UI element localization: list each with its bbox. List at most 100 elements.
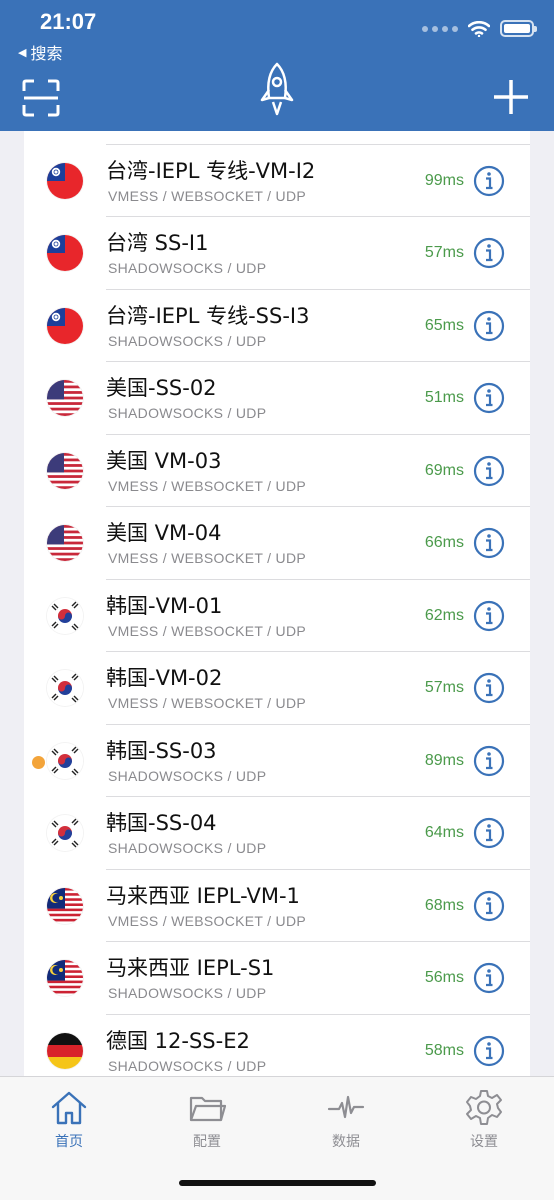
server-name: 德国 12-SS-E2 [106,1028,250,1053]
rocket-icon [260,62,294,116]
tab-data[interactable]: 数据 [306,1089,386,1151]
info-icon[interactable] [473,817,505,849]
back-to-search[interactable]: ◀ 搜索 [18,40,62,64]
server-name: 台湾-IEPL 专线-SS-I3 [106,303,310,328]
server-protocol: SHADOWSOCKS / UDP [108,1057,267,1074]
server-protocol: VMESS / WEBSOCKET / UDP [108,622,307,639]
flag-kr-icon [47,742,83,779]
header: 21:07 ◀ 搜索 [0,0,554,131]
info-icon[interactable] [473,382,505,414]
tab-settings[interactable]: 设置 [444,1089,524,1151]
tab-label: 配置 [193,1134,221,1150]
tab-label: 首页 [55,1134,83,1150]
server-name: 韩国-VM-02 [106,666,223,690]
status-indicators [422,20,537,37]
flag-my-icon [47,960,83,996]
info-icon[interactable] [473,745,505,777]
server-latency: 58ms [424,1041,464,1059]
info-icon[interactable] [473,962,505,994]
flag-us-icon [47,380,83,416]
server-row[interactable]: 韩国-SS-04 SHADOWSOCKS / UDP 64ms [24,797,530,870]
flag-de-icon [47,1032,83,1069]
server-protocol: SHADOWSOCKS / UDP [108,260,267,276]
server-protocol: SHADOWSOCKS / UDP [108,405,267,421]
server-name: 韩国-VM-01 [106,593,223,618]
server-list-content: 台湾-IEPL专线-VM-I1VMESS / WEBSOCKET / UDP51… [24,131,530,1076]
server-row[interactable]: 马来西亚 IEPL-VM-1 VMESS / WEBSOCKET / UDP 68m… [24,870,530,943]
scan-frame-icon[interactable] [22,79,60,117]
server-name: 马来西亚 IEPL-VM-1 [106,883,300,908]
info-icon[interactable] [473,890,505,922]
server-row[interactable]: 德国 12-SS-E2 SHADOWSOCKS / UDP 58ms [24,1015,530,1077]
server-name: 台湾-IEPL 专线-VM-I2 [106,158,316,183]
tab-label: 数据 [332,1134,360,1150]
home-indicator [179,1180,376,1186]
server-name: 美国 VM-04 [106,521,222,545]
tab-home[interactable]: 首页 [29,1089,109,1151]
server-latency: 62ms [424,606,464,624]
flag-kr-icon [47,815,83,851]
server-latency: 66ms [424,534,464,551]
info-icon[interactable] [473,310,505,342]
server-name: 台湾 SS-I1 [106,231,209,255]
battery-icon [500,20,537,37]
info-icon[interactable] [473,672,505,704]
flag-us-icon [47,452,83,489]
plus-icon[interactable] [492,78,530,116]
tab-config[interactable]: 配置 [167,1089,247,1151]
server-latency: 64ms [424,824,464,841]
activity-icon [327,1095,365,1119]
selected-indicator-icon [32,755,45,769]
server-protocol: VMESS / WEBSOCKET / UDP [108,550,307,566]
server-row[interactable]: 美国-SS-02 SHADOWSOCKS / UDP 51ms [24,362,530,435]
server-protocol: VMESS / WEBSOCKET / UDP [108,912,307,929]
back-label: 搜索 [30,44,63,63]
server-name: 美国 VM-03 [106,448,222,473]
server-latency: 68ms [424,896,464,914]
server-protocol: SHADOWSOCKS / UDP [108,840,267,856]
tab-label: 设置 [470,1134,498,1150]
server-latency: 89ms [424,751,464,769]
folder-icon [189,1096,226,1122]
server-row[interactable]: 马来西亚 IEPL-S1 SHADOWSOCKS / UDP 56ms [24,942,530,1015]
server-protocol: VMESS / WEBSOCKET / UDP [108,477,307,494]
server-protocol: VMESS / WEBSOCKET / UDP [108,695,307,711]
info-icon[interactable] [473,165,505,197]
server-protocol: VMESS / WEBSOCKET / UDP [108,187,307,204]
server-latency: 65ms [424,316,464,334]
info-icon[interactable] [473,600,505,632]
server-latency: 56ms [424,969,464,986]
server-row[interactable]: 台湾-IEPL专线-VM-I1VMESS / WEBSOCKET / UDP51… [24,131,530,145]
server-row[interactable]: 美国 VM-03 VMESS / WEBSOCKET / UDP 69ms [24,435,530,508]
gear-icon [466,1090,502,1125]
server-latency: 51ms [424,389,464,406]
flag-kr-icon [47,670,83,706]
server-name: 韩国-SS-04 [106,811,217,835]
server-row[interactable]: 韩国-SS-03 SHADOWSOCKS / UDP 89ms [24,725,530,798]
signal-icon [422,25,458,32]
info-icon[interactable] [473,237,505,269]
server-row[interactable]: 台湾 SS-I1 SHADOWSOCKS / UDP 57ms [24,217,530,290]
server-latency: 57ms [424,244,464,261]
server-row[interactable]: 韩国-VM-02 VMESS / WEBSOCKET / UDP 57ms [24,652,530,725]
server-row[interactable]: 美国 VM-04 VMESS / WEBSOCKET / UDP 66ms [24,507,530,580]
home-icon [51,1091,87,1125]
flag-my-icon [47,887,83,924]
info-icon[interactable] [473,527,505,559]
server-row[interactable]: 台湾-IEPL 专线-SS-I3 SHADOWSOCKS / UDP 65ms [24,290,530,363]
info-icon[interactable] [473,1035,505,1067]
wifi-icon [468,20,490,37]
server-latency: 99ms [424,171,464,189]
server-list[interactable]: 台湾-IEPL专线-VM-I1VMESS / WEBSOCKET / UDP51… [24,131,530,1076]
server-protocol: SHADOWSOCKS / UDP [108,332,267,349]
info-icon[interactable] [473,455,505,487]
server-latency: 69ms [424,461,464,479]
status-time: 21:07 [40,9,97,34]
server-row[interactable]: 台湾-IEPL 专线-VM-I2 VMESS / WEBSOCKET / UDP 9… [24,145,530,218]
flag-tw-icon [47,235,83,271]
flag-us-icon [47,525,83,561]
server-latency: 57ms [424,679,464,696]
flag-tw-icon [47,162,83,199]
server-name: 马来西亚 IEPL-S1 [106,956,275,980]
server-row[interactable]: 韩国-VM-01 VMESS / WEBSOCKET / UDP 62ms [24,580,530,653]
